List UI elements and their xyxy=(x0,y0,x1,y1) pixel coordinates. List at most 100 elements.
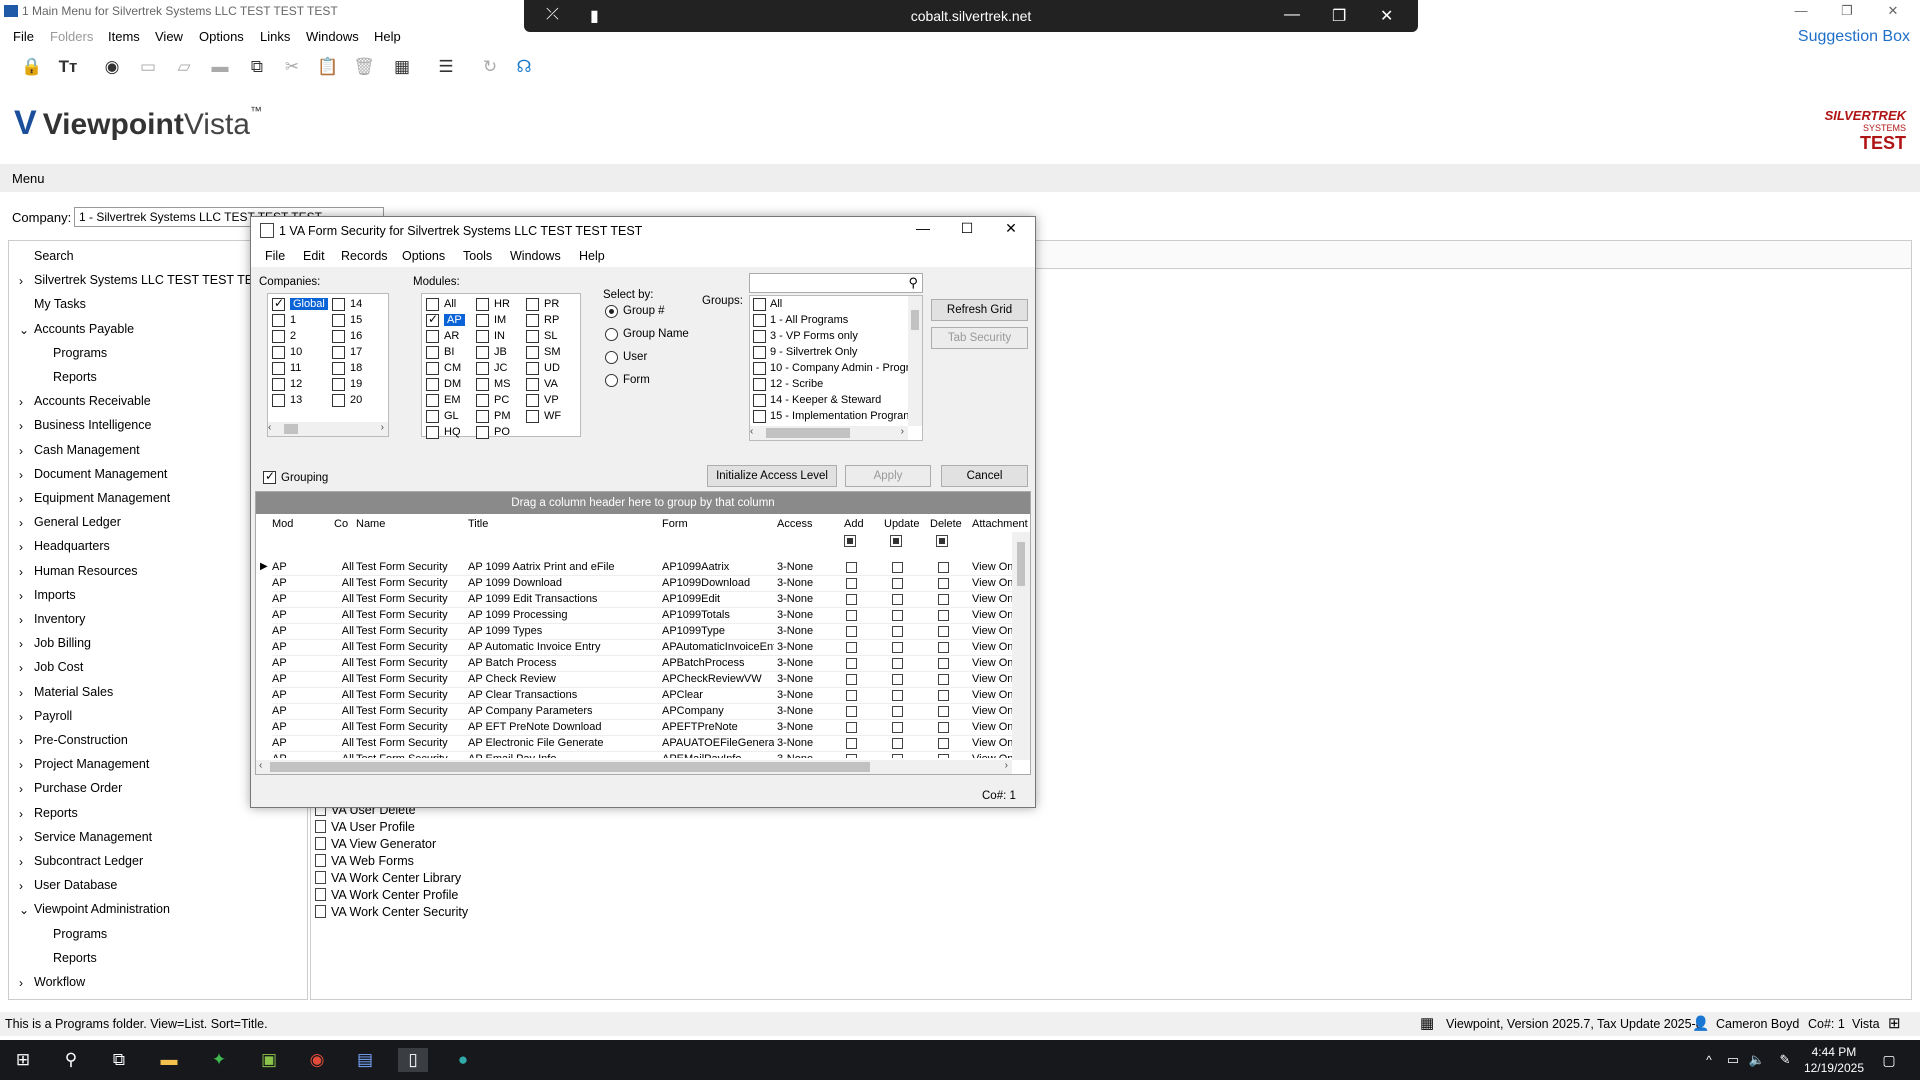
module-checkbox[interactable] xyxy=(426,394,439,407)
selectby-radio-label[interactable]: Form xyxy=(623,374,650,386)
groups-horizontal-scrollbar[interactable]: ‹ › xyxy=(750,426,908,440)
tree-item[interactable]: Subcontract Ledger xyxy=(34,854,143,868)
group-checkbox-label[interactable]: 12 - Scribe xyxy=(770,378,823,390)
group-checkbox[interactable] xyxy=(753,346,766,359)
delete-checkbox[interactable] xyxy=(938,754,949,758)
expand-icon[interactable]: ⌄ xyxy=(19,323,29,337)
minimize-icon[interactable]: — xyxy=(1778,0,1824,24)
col-title[interactable]: Title xyxy=(468,518,488,530)
company-checkbox[interactable] xyxy=(332,330,345,343)
table-row[interactable]: AP All Test Form Security AP Electronic Fil… xyxy=(272,736,1016,752)
tree-item[interactable]: Service Management xyxy=(34,830,152,844)
tree-item[interactable]: Inventory xyxy=(34,612,85,626)
expand-icon[interactable]: › xyxy=(19,444,23,458)
col-access[interactable]: Access xyxy=(777,518,812,530)
col-name[interactable]: Name xyxy=(356,518,385,530)
table-row[interactable]: AP All Test Form Security AP EFT PreNote Do… xyxy=(272,720,1016,736)
company-checkbox[interactable] xyxy=(272,378,285,391)
tab-security-button[interactable]: Tab Security xyxy=(931,327,1028,349)
tree-item[interactable]: Imports xyxy=(34,588,76,602)
expand-icon[interactable]: › xyxy=(19,710,23,724)
module-checkbox-label[interactable]: JC xyxy=(494,362,507,374)
tree-item[interactable]: Viewpoint Administration xyxy=(34,902,170,916)
table-row[interactable]: AP All Test Form Security AP Automatic Invo… xyxy=(272,640,1016,656)
group-checkbox[interactable] xyxy=(753,362,766,375)
company-checkbox[interactable] xyxy=(272,346,285,359)
form-list-item[interactable]: VA Work Center Security xyxy=(315,905,468,919)
module-checkbox-label[interactable]: RP xyxy=(544,314,559,326)
company-checkbox[interactable] xyxy=(272,296,285,311)
menu-windows[interactable]: Windows xyxy=(306,29,359,44)
module-checkbox-label[interactable]: PR xyxy=(544,298,559,310)
module-checkbox[interactable] xyxy=(526,330,539,343)
initialize-access-level-button[interactable]: Initialize Access Level xyxy=(707,465,837,487)
update-checkbox[interactable] xyxy=(892,562,903,573)
company-checkbox-label[interactable]: 12 xyxy=(290,378,302,390)
tree-item[interactable]: Reports xyxy=(34,806,78,820)
module-checkbox-label[interactable]: VA xyxy=(544,378,558,390)
module-checkbox[interactable] xyxy=(426,410,439,423)
tree-item[interactable]: Payroll xyxy=(34,709,72,723)
module-checkbox-label[interactable]: DM xyxy=(444,378,461,390)
windows-start-icon[interactable]: ⊞ xyxy=(8,1048,38,1072)
app-icon-1[interactable]: ✦ xyxy=(204,1048,234,1072)
tree-item[interactable]: Project Management xyxy=(34,757,149,771)
group-checkbox[interactable] xyxy=(753,394,766,407)
add-checkbox[interactable] xyxy=(846,754,857,758)
module-checkbox-label[interactable]: CM xyxy=(444,362,461,374)
group-checkbox-label[interactable]: 14 - Keeper & Steward xyxy=(770,394,881,406)
module-checkbox[interactable] xyxy=(476,330,489,343)
module-checkbox-label[interactable]: AR xyxy=(444,330,459,342)
module-checkbox-label[interactable]: MS xyxy=(494,378,511,390)
form-list-item[interactable]: VA Work Center Library xyxy=(315,871,461,885)
app-icon-4[interactable]: ▯ xyxy=(398,1048,428,1072)
tree-item[interactable]: Purchase Order xyxy=(34,781,122,795)
menu-items[interactable]: Items xyxy=(108,29,140,44)
view-grid-icon[interactable]: ▦ xyxy=(390,56,414,78)
tree-item[interactable]: Equipment Management xyxy=(34,491,170,505)
close-icon[interactable]: ✕ xyxy=(1870,0,1916,24)
update-checkbox[interactable] xyxy=(892,738,903,749)
company-checkbox-label[interactable]: 19 xyxy=(350,378,362,390)
col-form[interactable]: Form xyxy=(662,518,688,530)
update-all-checkbox[interactable] xyxy=(890,535,902,547)
module-checkbox-label[interactable]: BI xyxy=(444,346,454,358)
table-row[interactable]: AP All Test Form Security AP 1099 Edit Tran… xyxy=(272,592,1016,608)
tree-item[interactable]: Accounts Payable xyxy=(34,322,134,336)
add-checkbox[interactable] xyxy=(846,578,857,589)
module-checkbox-label[interactable]: PC xyxy=(494,394,509,406)
expand-icon[interactable]: › xyxy=(19,419,23,433)
add-checkbox[interactable] xyxy=(846,706,857,717)
module-checkbox[interactable] xyxy=(426,312,439,327)
dialog-menu-file[interactable]: File xyxy=(265,249,285,263)
expand-icon[interactable]: › xyxy=(19,274,23,288)
tree-item[interactable]: My Tasks xyxy=(34,297,86,311)
scroll-left-icon[interactable]: ‹ xyxy=(268,422,271,433)
module-checkbox[interactable] xyxy=(476,410,489,423)
company-checkbox-label[interactable]: 2 xyxy=(290,330,296,342)
tree-item[interactable]: Material Sales xyxy=(34,685,113,699)
update-checkbox[interactable] xyxy=(892,642,903,653)
update-checkbox[interactable] xyxy=(892,578,903,589)
menu-view[interactable]: View xyxy=(155,29,183,44)
module-checkbox[interactable] xyxy=(426,426,439,439)
attachment-cell[interactable]: View Only xyxy=(972,673,1016,685)
remote-restore-icon[interactable]: ❐ xyxy=(1332,6,1346,26)
chrome-icon[interactable]: ◉ xyxy=(302,1048,332,1072)
tree-item[interactable]: Headquarters xyxy=(34,539,110,553)
suggestion-box-link[interactable]: Suggestion Box xyxy=(1798,28,1910,46)
cancel-button[interactable]: Cancel xyxy=(941,465,1028,487)
taskbar-clock[interactable]: 4:44 PM 12/19/2025 xyxy=(1804,1044,1864,1076)
app-icon-5[interactable]: ● xyxy=(448,1048,478,1072)
company-checkbox-label[interactable]: 13 xyxy=(290,394,302,406)
company-checkbox-label[interactable]: 1 xyxy=(290,314,296,326)
table-row[interactable]: AP All Test Form Security AP 1099 Download A… xyxy=(272,576,1016,592)
expand-icon[interactable]: › xyxy=(19,516,23,530)
table-row[interactable]: AP All Test Form Security AP 1099 Processin… xyxy=(272,608,1016,624)
table-row[interactable]: AP All Test Form Security AP 1099 Types AP10… xyxy=(272,624,1016,640)
form-list-item[interactable]: VA Web Forms xyxy=(315,854,414,868)
expand-icon[interactable]: › xyxy=(19,758,23,772)
delete-checkbox[interactable] xyxy=(938,610,949,621)
paste-icon[interactable]: 📋 xyxy=(316,56,340,78)
grid-vertical-scrollbar[interactable] xyxy=(1012,532,1030,760)
